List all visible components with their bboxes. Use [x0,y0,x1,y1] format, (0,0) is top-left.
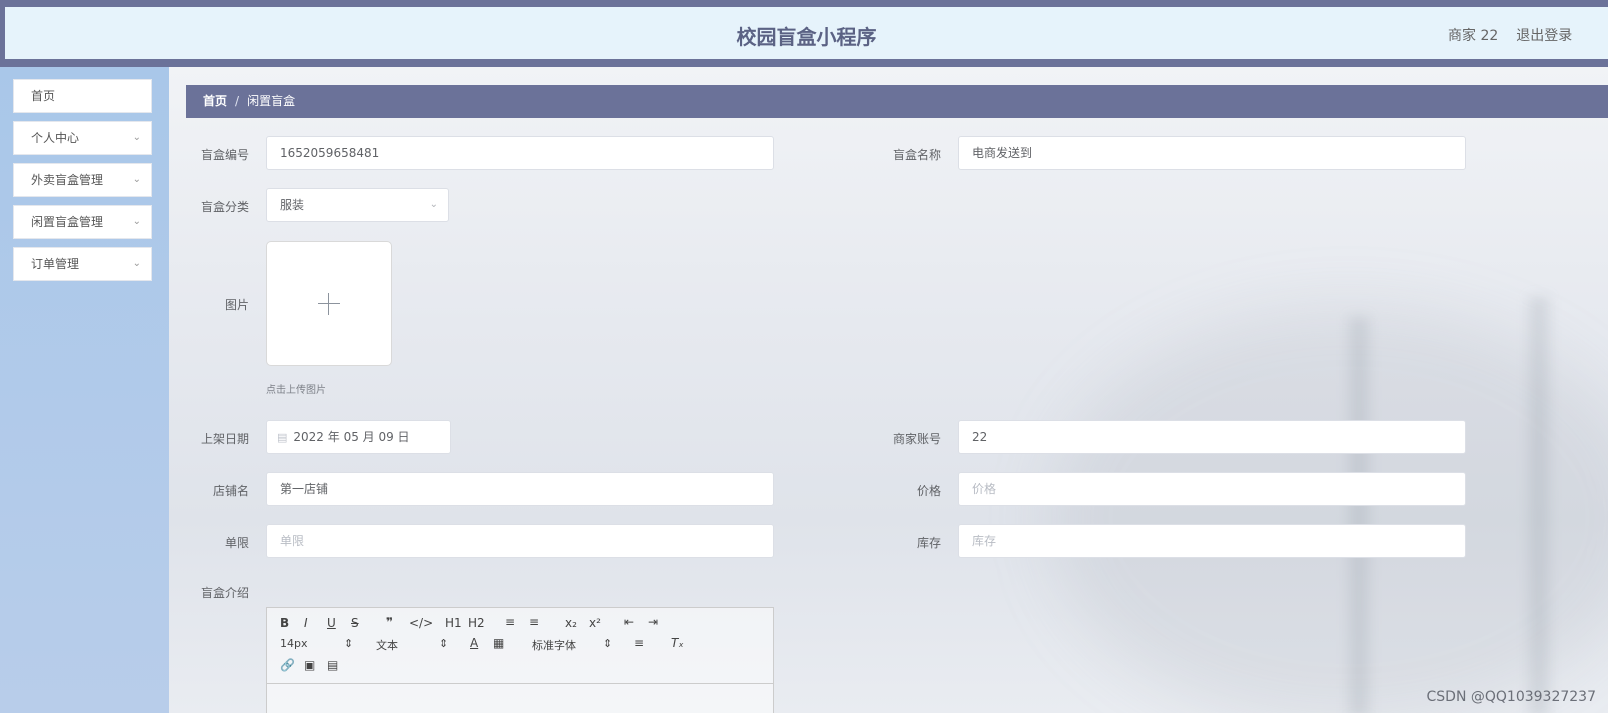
user-info: 商家 22 退出登录 [1448,25,1608,45]
font-size-select[interactable]: 14px [280,637,308,650]
image-upload[interactable] [266,241,392,366]
limit-label: 单限 [224,536,249,550]
sidebar-item-label: 订单管理 [31,257,80,271]
box-no-label: 盲盒编号 [200,148,249,162]
list-date-picker[interactable]: ▤ 2022 年 05 月 09 日 [266,420,451,454]
box-name-input[interactable]: 电商发送到 [958,136,1466,170]
underline-icon[interactable]: U [327,616,336,630]
limit-input[interactable]: 单限 [266,524,774,558]
image-icon[interactable]: ▣ [304,658,315,672]
watermark: CSDN @QQ1039327237 [1426,689,1596,705]
background-decoration [1349,317,1369,713]
link-icon[interactable]: 🔗 [280,658,295,672]
price-input[interactable]: 价格 [958,472,1466,506]
italic-icon[interactable]: I [304,616,308,630]
price-label: 价格 [916,484,941,498]
header: 校园盲盒小程序 商家 22 退出登录 [5,7,1608,59]
plus-icon [328,293,329,315]
background-color-icon[interactable]: ▦ [493,636,504,650]
stock-label: 库存 [916,536,941,550]
editor-toolbar: B I U S ❞ </> H1 H2 ≡ ≡ x₂ x² ⇤ ⇥ 14px ⇕… [267,608,773,684]
user-name: 商家 22 [1448,28,1499,44]
clear-format-icon[interactable]: Tₓ [671,636,684,650]
bullet-list-icon[interactable]: ≡ [529,615,539,629]
sidebar-item-orders[interactable]: 订单管理 ⌄ [13,247,152,281]
sidebar-item-home[interactable]: 首页 [13,79,152,113]
bold-icon[interactable]: B [280,616,289,630]
main-content: 首页 / 闲置盲盒 盲盒编号 1652059658481 盲盒名称 电商发送到 盲盒… [169,67,1608,713]
list-date-label: 上架日期 [200,432,249,446]
background-decoration [1049,307,1608,713]
list-date-value: 2022 年 05 月 09 日 [293,430,410,444]
breadcrumb-current: 闲置盲盒 [247,94,296,108]
breadcrumb: 首页 / 闲置盲盒 [186,85,1608,118]
heading2-icon[interactable]: H2 [468,616,485,630]
upload-tip: 点击上传图片 [266,385,326,396]
calendar-icon: ▤ [277,431,288,444]
font-color-icon[interactable]: A [470,636,478,650]
app-title: 校园盲盒小程序 [736,25,877,49]
align-icon[interactable]: ≡ [634,636,644,650]
paragraph-select[interactable]: 文本 [376,637,398,653]
chevron-down-icon: ⌄ [132,174,141,185]
video-icon[interactable]: ▤ [327,658,338,672]
sidebar-item-takeout-box[interactable]: 外卖盲盒管理 ⌄ [13,163,152,197]
font-size-arrow-icon: ⇕ [344,637,354,650]
sidebar-item-label: 闲置盲盒管理 [31,215,104,229]
subscript-icon[interactable]: x₂ [565,616,577,630]
background-decoration [1529,297,1549,713]
sidebar-item-label: 首页 [31,89,56,103]
stock-input[interactable]: 库存 [958,524,1466,558]
rich-text-editor: B I U S ❞ </> H1 H2 ≡ ≡ x₂ x² ⇤ ⇥ 14px ⇕… [266,607,774,713]
superscript-icon[interactable]: x² [589,616,601,630]
category-value: 服装 [280,198,305,212]
merchant-account-label: 商家账号 [892,432,941,446]
shop-name-input[interactable]: 第一店铺 [266,472,774,506]
heading1-icon[interactable]: H1 [445,616,462,630]
sidebar-item-idle-box[interactable]: 闲置盲盒管理 ⌄ [13,205,152,239]
merchant-account-input[interactable]: 22 [958,420,1466,454]
ordered-list-icon[interactable]: ≡ [505,615,515,629]
breadcrumb-home[interactable]: 首页 [203,94,227,108]
font-family-select[interactable]: 标准字体 [532,637,576,653]
sidebar-item-label: 个人中心 [31,131,80,145]
breadcrumb-separator: / [235,94,240,108]
box-name-label: 盲盒名称 [892,148,941,162]
chevron-down-icon: ⌄ [132,132,141,143]
quote-icon[interactable]: ❞ [386,615,393,629]
paragraph-arrow-icon: ⇕ [439,637,449,650]
outdent-icon[interactable]: ⇤ [624,615,634,629]
code-icon[interactable]: </> [409,616,433,630]
top-bar: 校园盲盒小程序 商家 22 退出登录 [0,0,1608,67]
plus-icon [318,303,340,304]
strike-icon[interactable]: S [351,616,359,630]
sidebar-item-personal-center[interactable]: 个人中心 ⌄ [13,121,152,155]
shop-name-label: 店铺名 [212,484,249,498]
category-select[interactable]: 服装 ⌄ [266,188,449,222]
box-no-input[interactable]: 1652059658481 [266,136,774,170]
logout-link[interactable]: 退出登录 [1516,28,1572,44]
intro-label: 盲盒介绍 [200,586,249,600]
sidebar-item-label: 外卖盲盒管理 [31,173,104,187]
chevron-down-icon: ⌄ [429,199,438,210]
font-family-arrow-icon: ⇕ [603,637,613,650]
indent-icon[interactable]: ⇥ [648,615,658,629]
chevron-down-icon: ⌄ [132,216,141,227]
chevron-down-icon: ⌄ [132,258,141,269]
image-label: 图片 [224,298,249,312]
sidebar: 首页 个人中心 ⌄ 外卖盲盒管理 ⌄ 闲置盲盒管理 ⌄ 订单管理 ⌄ [0,67,169,713]
category-label: 盲盒分类 [200,200,249,214]
